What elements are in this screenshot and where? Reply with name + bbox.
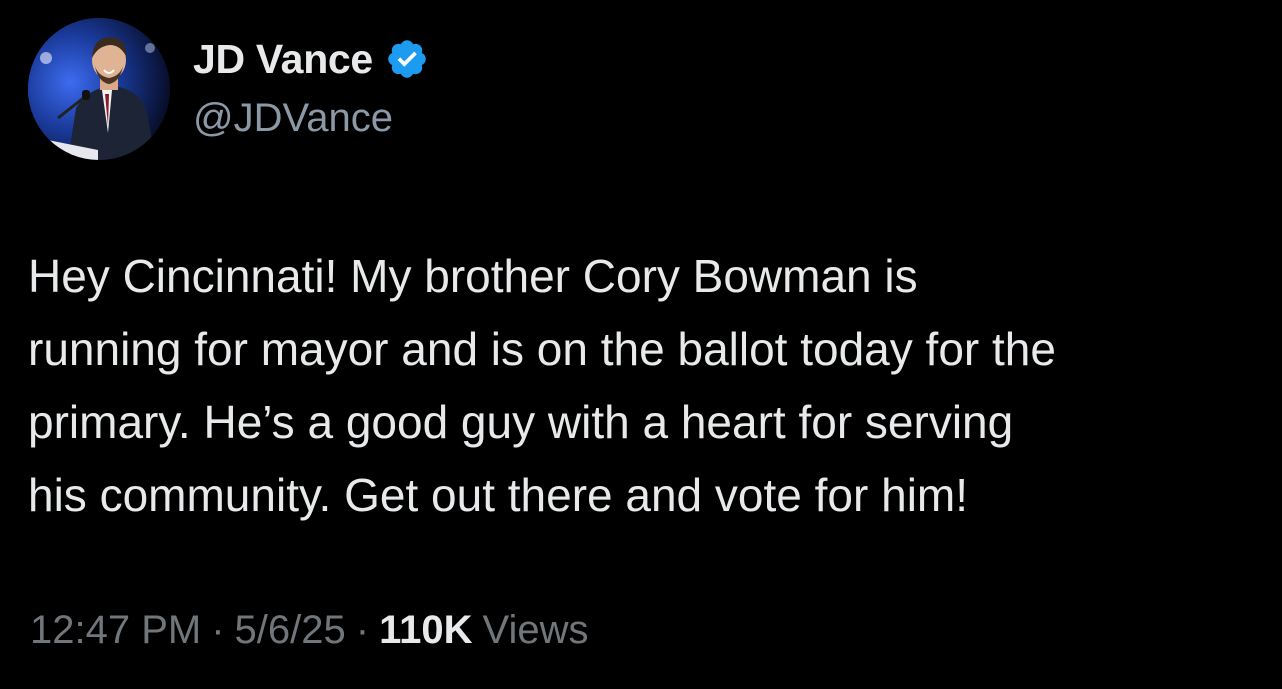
tweet-text: Hey Cincinnati! My brother Cory Bowman i…: [28, 250, 1056, 521]
tweet-time[interactable]: 12:47 PM: [30, 608, 201, 653]
views-count[interactable]: 110K: [379, 608, 472, 653]
avatar[interactable]: [28, 18, 170, 160]
views-label: Views: [482, 608, 589, 652]
meta-separator: ·: [211, 608, 225, 652]
verified-badge-icon[interactable]: [385, 37, 429, 81]
author-display-name[interactable]: JD Vance: [193, 36, 373, 83]
avatar-photo: [28, 18, 170, 160]
tweet-meta: 12:47 PM · 5/6/25 · 110K Views: [30, 608, 589, 653]
meta-separator: ·: [355, 608, 370, 652]
author-handle[interactable]: @JDVance: [193, 96, 393, 141]
author-name-row[interactable]: JD Vance: [193, 34, 429, 84]
tweet-date[interactable]: 5/6/25: [235, 608, 346, 653]
